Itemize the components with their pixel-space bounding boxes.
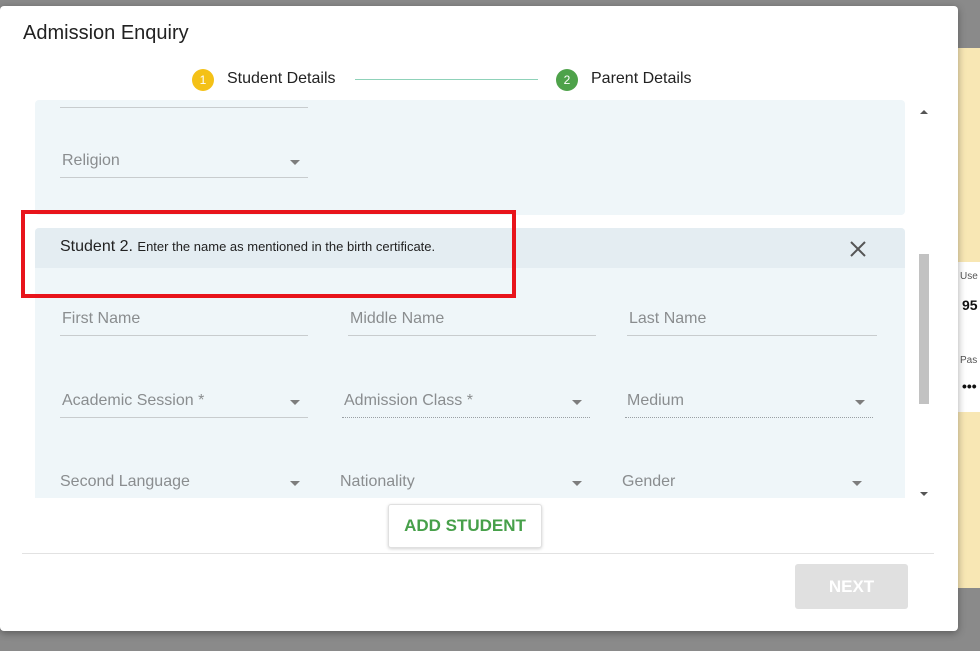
chevron-down-icon (852, 481, 862, 486)
middle-name-input[interactable]: Middle Name (348, 308, 596, 336)
admission-class-select[interactable]: Admission Class * (342, 390, 590, 418)
step-connector (355, 79, 538, 80)
background-user-label: Use (960, 271, 978, 282)
academic-session-select[interactable]: Academic Session * (60, 390, 308, 418)
religion-label: Religion (62, 152, 120, 169)
gender-select[interactable]: Gender (620, 471, 870, 498)
medium-select[interactable]: Medium (625, 390, 873, 418)
chevron-down-icon (855, 400, 865, 405)
step-2-label[interactable]: Parent Details (591, 70, 692, 88)
student-1-card: Religion (35, 100, 905, 215)
form-scroll-area[interactable]: Religion Student 2. Enter the name as me… (35, 100, 907, 498)
gender-label: Gender (622, 473, 676, 490)
form-scrollbar[interactable] (916, 104, 932, 502)
nationality-select[interactable]: Nationality (338, 471, 590, 498)
background-pass-value: ••• (962, 378, 977, 394)
medium-label: Medium (627, 392, 684, 409)
admission-class-label: Admission Class * (344, 392, 473, 409)
scroll-up-arrow[interactable] (920, 110, 928, 114)
scroll-thumb[interactable] (919, 254, 929, 404)
step-2-badge: 2 (556, 69, 578, 91)
background-pass-label: Pas (960, 355, 978, 366)
second-language-select[interactable]: Second Language (58, 471, 308, 498)
step-1-label[interactable]: Student Details (227, 70, 336, 88)
last-name-label: Last Name (629, 310, 707, 327)
first-name-label: First Name (62, 310, 141, 327)
first-name-input[interactable]: First Name (60, 308, 308, 336)
academic-session-label: Academic Session * (62, 392, 205, 409)
chevron-down-icon (290, 160, 300, 165)
last-name-input[interactable]: Last Name (627, 308, 877, 336)
middle-name-label: Middle Name (350, 310, 445, 327)
step-1-badge: 1 (192, 69, 214, 91)
footer-divider (22, 553, 934, 554)
chevron-down-icon (290, 400, 300, 405)
chevron-down-icon (290, 481, 300, 486)
previous-field[interactable] (60, 100, 308, 108)
close-icon[interactable] (847, 238, 869, 260)
chevron-down-icon (572, 400, 582, 405)
add-student-button[interactable]: ADD STUDENT (388, 504, 542, 548)
stepper: 1 Student Details 2 Parent Details (0, 68, 958, 92)
second-language-label: Second Language (60, 473, 190, 490)
dialog-title: Admission Enquiry (23, 22, 189, 44)
background-user-value: 95 (962, 297, 978, 313)
annotation-highlight-box (21, 210, 516, 298)
nationality-label: Nationality (340, 473, 415, 490)
scroll-down-arrow[interactable] (920, 492, 928, 496)
admission-enquiry-dialog: Admission Enquiry 1 Student Details 2 Pa… (0, 6, 958, 631)
chevron-down-icon (572, 481, 582, 486)
religion-select[interactable]: Religion (60, 150, 308, 178)
next-button[interactable]: NEXT (795, 564, 908, 609)
